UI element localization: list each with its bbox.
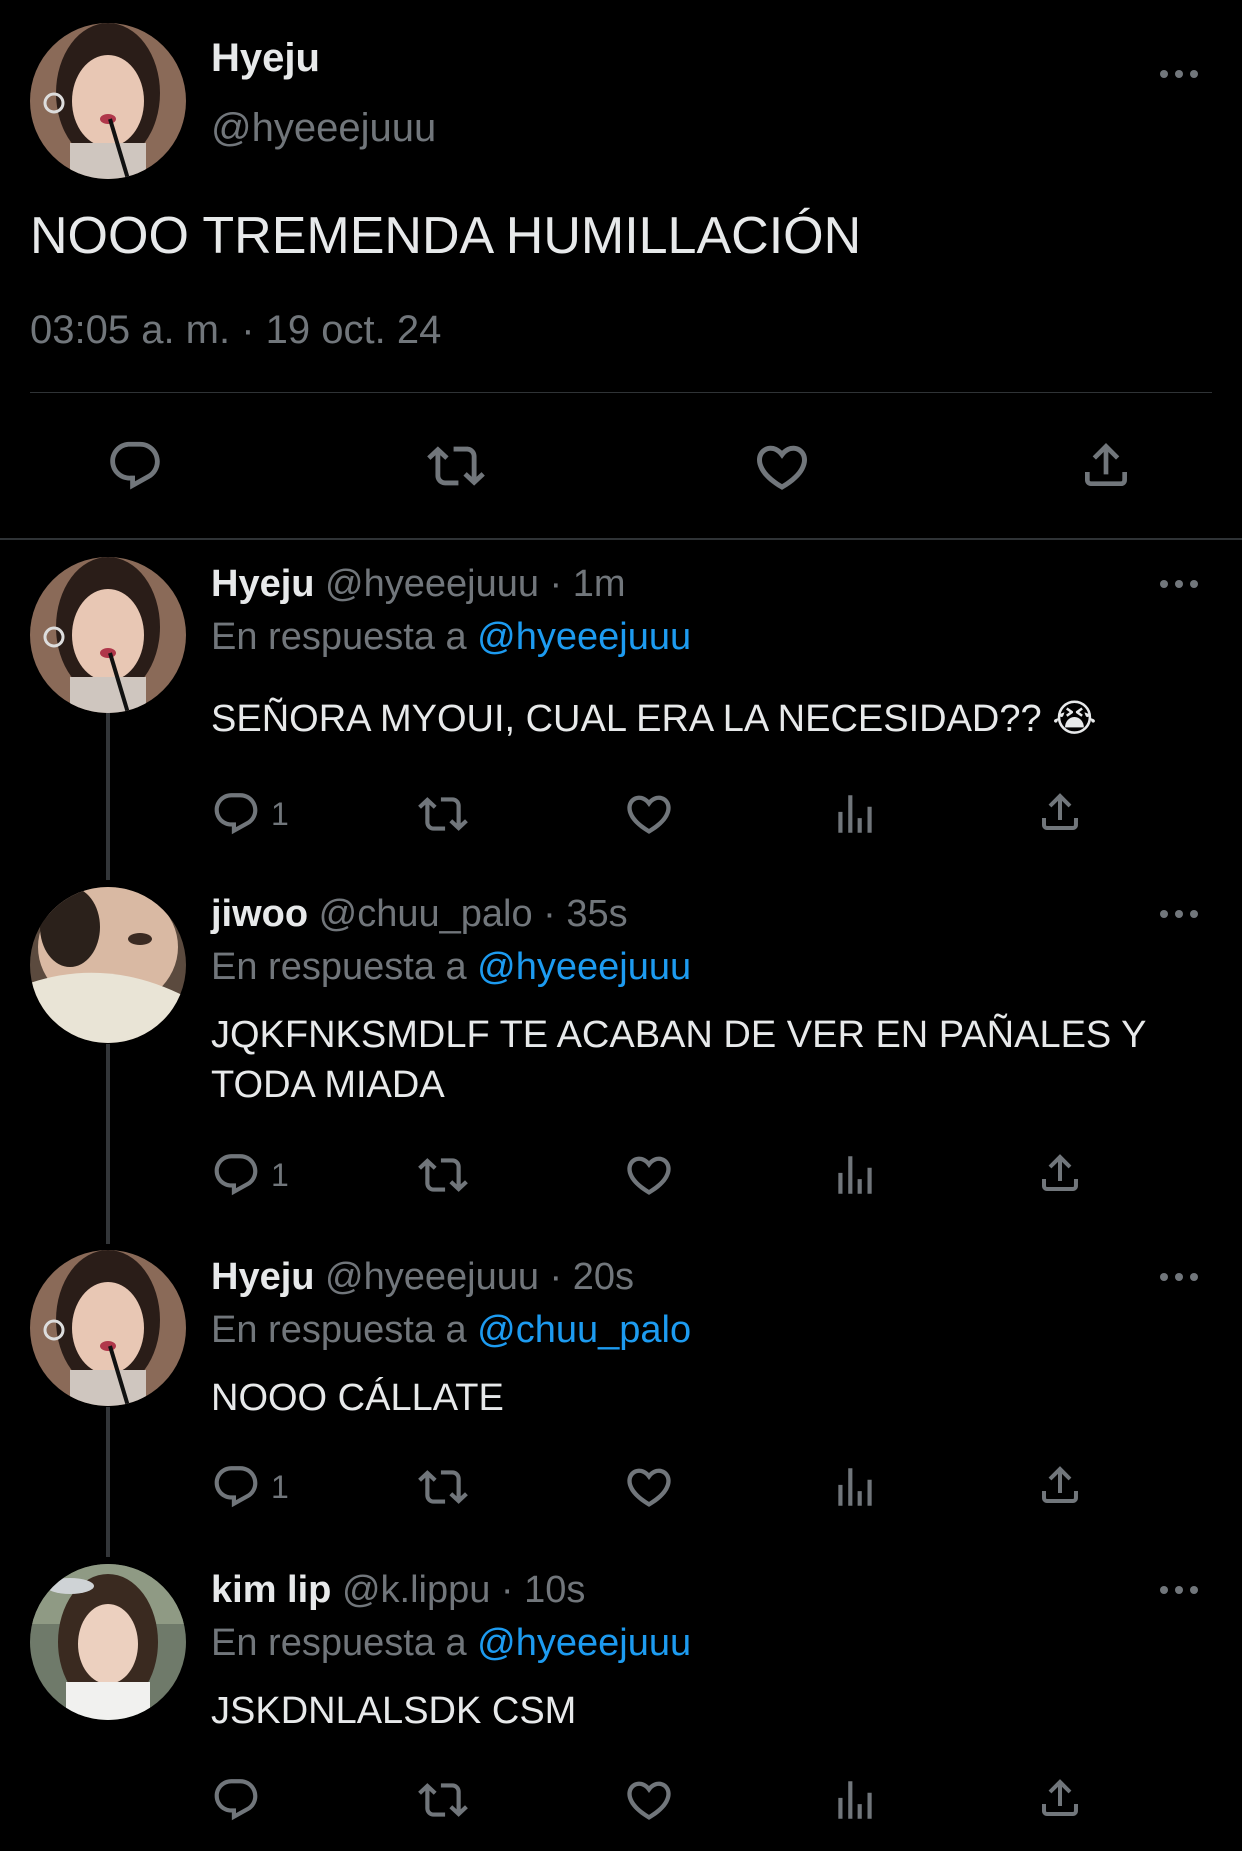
- author-meta[interactable]: @chuu_palo · 35s: [319, 893, 628, 935]
- retweet-button[interactable]: [415, 1775, 471, 1825]
- views-button[interactable]: [830, 1150, 880, 1200]
- reply-header: kim lip @k.lippu · 10s: [211, 1569, 585, 1612]
- divider: [0, 538, 1242, 540]
- divider: [30, 392, 1212, 393]
- like-button[interactable]: [623, 1461, 675, 1513]
- share-button[interactable]: [1036, 787, 1084, 837]
- retweet-button[interactable]: [415, 1150, 471, 1200]
- retweet-icon: [424, 437, 488, 495]
- author-meta[interactable]: @k.lippu · 10s: [342, 1569, 585, 1611]
- like-button[interactable]: [623, 1149, 675, 1201]
- author-name[interactable]: Hyeju: [211, 563, 314, 605]
- reply-prefix: En respuesta a: [211, 1622, 467, 1664]
- thread-line: [106, 1044, 110, 1244]
- reply-text: JQKFNKSMDLF TE ACABAN DE VER EN PAÑALES …: [211, 1014, 1146, 1106]
- reply-context: En respuesta a @hyeeejuuu: [211, 946, 691, 989]
- reply-header: Hyeju @hyeeejuuu · 20s: [211, 1256, 634, 1299]
- reply-icon: [211, 789, 261, 839]
- mention-link[interactable]: @hyeeejuuu: [477, 946, 691, 988]
- reply-header: Hyeju @hyeeejuuu · 1m: [211, 563, 626, 606]
- reply-count: 1: [271, 795, 289, 832]
- reply-prefix: En respuesta a: [211, 1309, 467, 1351]
- heart-icon: [623, 788, 675, 840]
- reply-button[interactable]: 1: [211, 789, 289, 839]
- reply-prefix: En respuesta a: [211, 616, 467, 658]
- share-icon: [1036, 1148, 1084, 1198]
- avatar[interactable]: [30, 23, 186, 179]
- reply-text: JSKDNLALSDK CSM: [211, 1690, 577, 1732]
- share-icon: [1036, 1773, 1084, 1823]
- reply-context: En respuesta a @hyeeejuuu: [211, 1622, 691, 1665]
- reply-context: En respuesta a @hyeeejuuu: [211, 616, 691, 659]
- views-icon: [830, 789, 880, 839]
- reply-count: 1: [271, 1468, 289, 1505]
- reply-text: NOOO CÁLLATE: [211, 1377, 504, 1419]
- tweet-text: NOOO TREMENDA HUMILLACIÓN: [30, 207, 862, 265]
- heart-icon: [623, 1774, 675, 1826]
- reply-button[interactable]: 1: [211, 1150, 289, 1200]
- mention-link[interactable]: @chuu_palo: [477, 1309, 691, 1351]
- author-name[interactable]: jiwoo: [211, 893, 308, 935]
- views-icon: [830, 1462, 880, 1512]
- retweet-button[interactable]: [415, 789, 471, 839]
- like-button[interactable]: [623, 1774, 675, 1826]
- views-button[interactable]: [830, 789, 880, 839]
- author-name[interactable]: Hyeju: [211, 36, 320, 81]
- mention-link[interactable]: @hyeeejuuu: [477, 616, 691, 658]
- reply-icon: [211, 1462, 261, 1512]
- share-button[interactable]: [1036, 1460, 1084, 1510]
- share-button[interactable]: [1078, 436, 1134, 494]
- more-icon[interactable]: [1160, 1584, 1200, 1596]
- reply-icon: [211, 1150, 261, 1200]
- reply-text: SEÑORA MYOUI, CUAL ERA LA NECESIDAD?? 😭: [211, 698, 1097, 740]
- reply-button[interactable]: [106, 437, 164, 495]
- reply-button[interactable]: [211, 1775, 261, 1825]
- thread-line: [106, 712, 110, 880]
- reply-icon: [106, 437, 164, 495]
- reply-count: 1: [271, 1156, 289, 1193]
- like-button[interactable]: [623, 788, 675, 840]
- reply-button[interactable]: 1: [211, 1462, 289, 1512]
- retweet-button[interactable]: [415, 1462, 471, 1512]
- author-meta[interactable]: @hyeeejuuu · 20s: [325, 1256, 634, 1298]
- mention-link[interactable]: @hyeeejuuu: [477, 1622, 691, 1664]
- reply-icon: [211, 1775, 261, 1825]
- reply-prefix: En respuesta a: [211, 946, 467, 988]
- avatar[interactable]: [30, 557, 186, 713]
- share-button[interactable]: [1036, 1148, 1084, 1198]
- share-button[interactable]: [1036, 1773, 1084, 1823]
- thread-line: [106, 1407, 110, 1557]
- views-icon: [830, 1150, 880, 1200]
- author-handle[interactable]: @hyeeejuuu: [211, 106, 436, 151]
- share-icon: [1036, 787, 1084, 837]
- more-icon[interactable]: [1160, 68, 1200, 80]
- retweet-icon: [415, 1462, 471, 1512]
- retweet-icon: [415, 1775, 471, 1825]
- views-icon: [830, 1775, 880, 1825]
- avatar[interactable]: [30, 1250, 186, 1406]
- retweet-button[interactable]: [424, 437, 488, 495]
- heart-icon: [623, 1461, 675, 1513]
- heart-icon: [623, 1149, 675, 1201]
- author-name[interactable]: Hyeju: [211, 1256, 314, 1298]
- avatar[interactable]: [30, 1564, 186, 1720]
- share-icon: [1036, 1460, 1084, 1510]
- more-icon[interactable]: [1160, 578, 1200, 590]
- views-button[interactable]: [830, 1462, 880, 1512]
- author-meta[interactable]: @hyeeejuuu · 1m: [325, 563, 626, 605]
- author-name[interactable]: kim lip: [211, 1569, 331, 1611]
- more-icon[interactable]: [1160, 1271, 1200, 1283]
- like-button[interactable]: [752, 437, 812, 497]
- avatar[interactable]: [30, 887, 186, 1043]
- retweet-icon: [415, 789, 471, 839]
- tweet-timestamp[interactable]: 03:05 a. m. · 19 oct. 24: [30, 308, 441, 353]
- share-icon: [1078, 436, 1134, 494]
- reply-context: En respuesta a @chuu_palo: [211, 1309, 691, 1352]
- views-button[interactable]: [830, 1775, 880, 1825]
- reply-header: jiwoo @chuu_palo · 35s: [211, 893, 628, 936]
- retweet-icon: [415, 1150, 471, 1200]
- heart-icon: [752, 437, 812, 497]
- more-icon[interactable]: [1160, 908, 1200, 920]
